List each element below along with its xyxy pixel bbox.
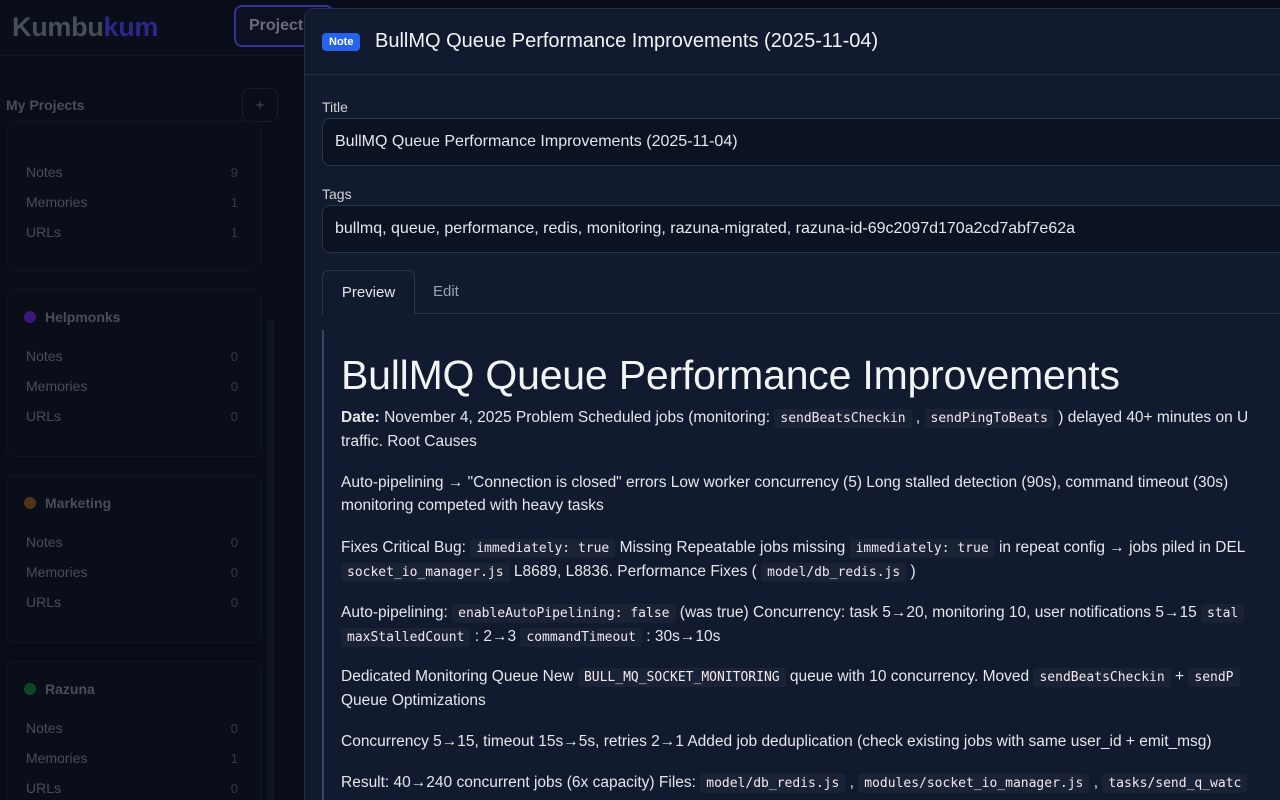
preview-heading: BullMQ Queue Performance Improvements [341, 352, 1120, 398]
preview-paragraph: Fixes Critical Bug: immediately: true Mi… [341, 539, 1246, 582]
tags-input[interactable]: bullmq, queue, performance, redis, monit… [322, 205, 1280, 253]
markdown-preview: BullMQ Queue Performance Improvements Da… [322, 330, 1280, 800]
modal-title: BullMQ Queue Performance Improvements (2… [375, 30, 879, 52]
preview-paragraph: Auto-pipelining → "Connection is closed"… [341, 474, 1229, 514]
preview-paragraph: Concurrency 5→15, timeout 15s→5s, retrie… [341, 733, 1212, 750]
editor-tabs: Preview Edit [322, 270, 1280, 315]
note-type-badge: Note [322, 33, 361, 51]
modal-header: Note BullMQ Queue Performance Improvemen… [305, 9, 1280, 75]
tab-preview[interactable]: Preview [322, 270, 415, 315]
title-input[interactable]: BullMQ Queue Performance Improvements (2… [322, 118, 1280, 166]
preview-paragraph: Dedicated Monitoring Queue New BULL_MQ_S… [341, 665, 1280, 712]
note-modal: Note BullMQ Queue Performance Improvemen… [304, 8, 1280, 800]
tab-edit[interactable]: Edit [433, 270, 459, 314]
title-label: Title [322, 99, 348, 115]
preview-paragraph: Date: November 4, 2025 Problem Scheduled… [341, 409, 1249, 450]
preview-paragraph: Auto-pipelining: enableAutoPipelining: f… [341, 601, 1280, 649]
preview-paragraph: Result: 40→240 concurrent jobs (6x capac… [341, 771, 1280, 795]
tags-label: Tags [322, 186, 352, 202]
